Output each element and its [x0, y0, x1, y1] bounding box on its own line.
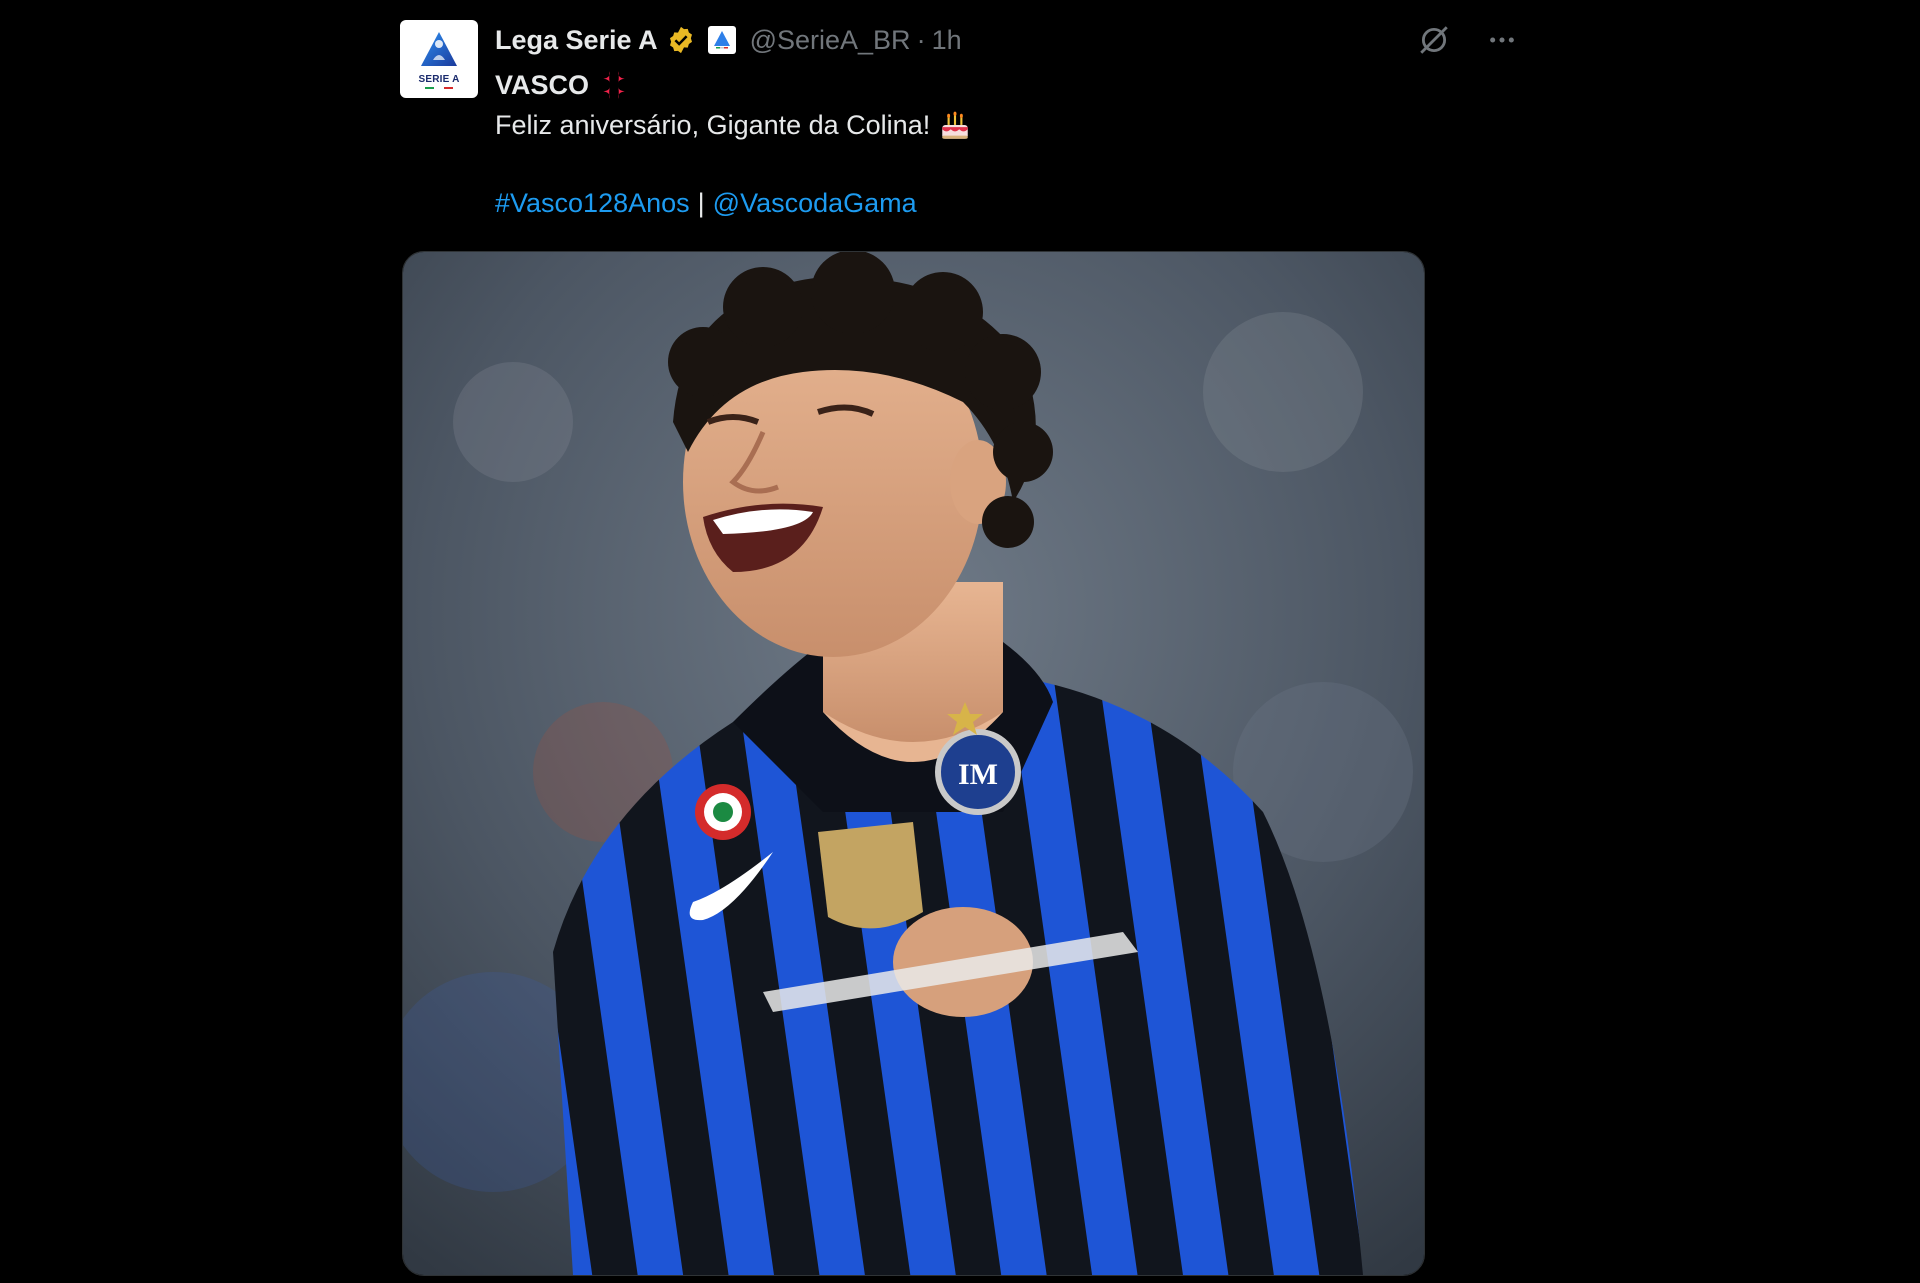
user-handle[interactable]: @SerieA_BR: [750, 25, 911, 56]
tweet-header: Lega Serie A @SerieA_BR · 1h: [495, 20, 1520, 60]
avatar[interactable]: SERIE A: [400, 20, 478, 98]
tweet-text-title: VASCO: [495, 66, 1520, 104]
tweet-content: Lega Serie A @SerieA_BR · 1h VASCO Feliz…: [495, 20, 1520, 222]
verified-badge-icon[interactable]: [666, 25, 696, 55]
more-icon[interactable]: [1484, 22, 1520, 58]
hashtag-link[interactable]: #Vasco128Anos: [495, 188, 690, 218]
anger-symbol-icon: [597, 68, 631, 102]
tweet-text-body: Feliz aniversário, Gigante da Colina!: [495, 106, 1520, 144]
display-name[interactable]: Lega Serie A: [495, 25, 658, 56]
divider: |: [697, 188, 705, 218]
grok-icon[interactable]: [1416, 22, 1452, 58]
birthday-cake-icon: [938, 108, 972, 142]
tweet-media-photo[interactable]: IM: [402, 251, 1425, 1276]
tweet[interactable]: SERIE A Lega Serie A @SerieA_BR · 1h VAS…: [400, 20, 1520, 1283]
italian-flag-stripe: [425, 86, 453, 89]
tweet-body: Feliz aniversário, Gigante da Colina!: [495, 110, 931, 140]
svg-text:IM: IM: [958, 758, 998, 791]
timestamp[interactable]: 1h: [932, 25, 962, 56]
separator-dot: ·: [916, 24, 926, 55]
serie-a-logo-icon: [421, 31, 457, 66]
mention-link[interactable]: @VascodaGama: [713, 188, 917, 218]
tweet-tags: #Vasco128Anos | @VascodaGama: [495, 184, 1520, 222]
avatar-logo-text: SERIE A: [418, 73, 460, 85]
header-actions: [1416, 20, 1520, 60]
football-player-photo: IM: [403, 252, 1424, 1275]
tweet-title: VASCO: [495, 70, 590, 100]
serie-a-affiliate-icon[interactable]: [707, 26, 736, 54]
